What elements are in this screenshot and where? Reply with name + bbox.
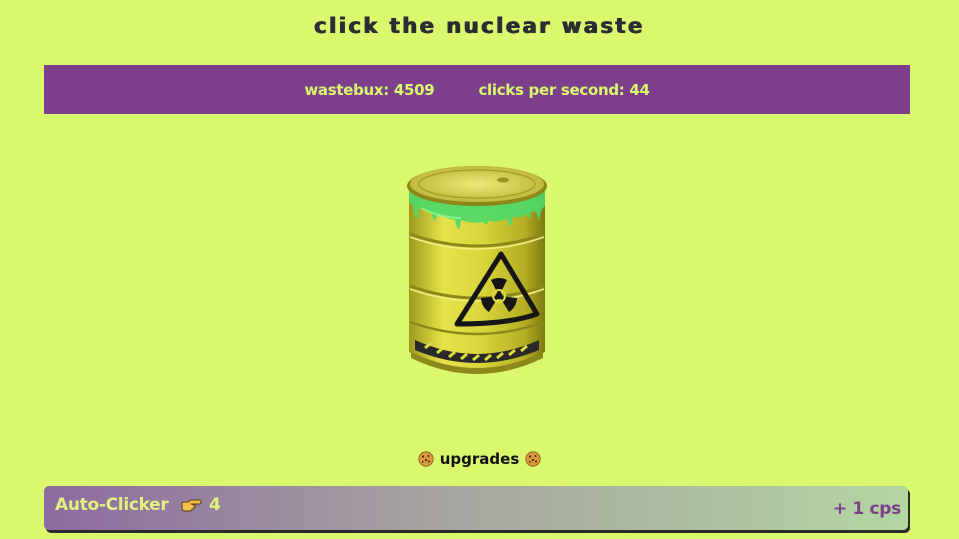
stats-bar: wastebux: 4509 clicks per second: 44 — [44, 65, 910, 114]
wastebux-counter: wastebux: 4509 — [304, 80, 435, 99]
cps-counter: clicks per second: 44 — [478, 80, 650, 99]
cookie-icon — [418, 451, 434, 467]
cookie-icon — [525, 451, 541, 467]
radioactive-barrel-icon — [407, 166, 547, 374]
pointing-hand-icon — [181, 499, 202, 512]
game-page: click the nuclear waste wastebux: 4509 c… — [0, 0, 959, 539]
upgrade-auto-clicker-button[interactable]: Auto-Clicker 4 + 1 cps — [44, 486, 908, 530]
upgrade-name: Auto-Clicker — [55, 495, 169, 515]
upgrades-heading-label: upgrades — [439, 450, 520, 468]
page-title: click the nuclear waste — [314, 14, 645, 38]
nuclear-waste-barrel-button[interactable] — [401, 162, 553, 380]
upgrade-cps: + 1 cps — [832, 499, 901, 519]
upgrade-owned-count: 4 — [209, 495, 221, 515]
upgrade-owned: 4 — [180, 495, 221, 515]
upgrades-heading: upgrades — [0, 450, 959, 468]
